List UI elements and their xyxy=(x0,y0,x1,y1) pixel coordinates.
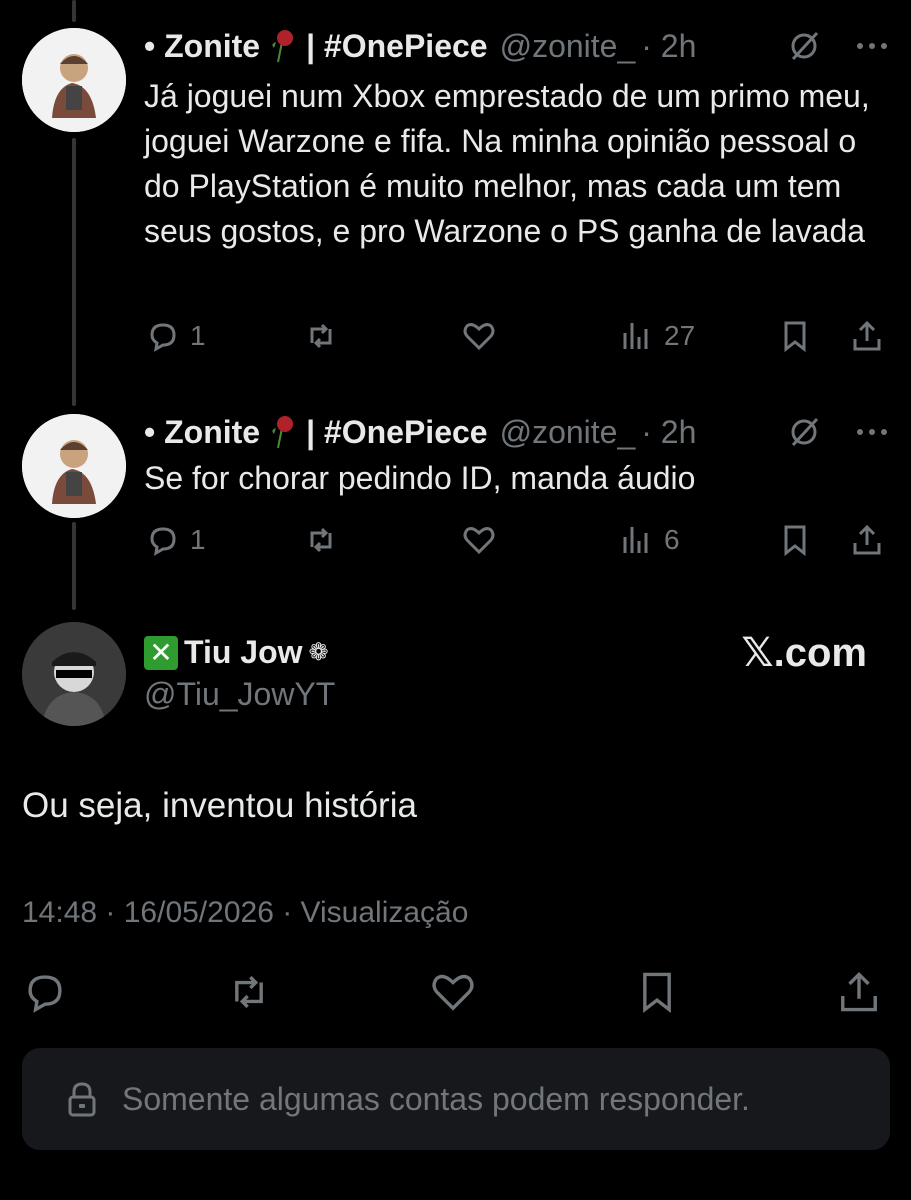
avatar[interactable] xyxy=(22,28,126,132)
like-button[interactable] xyxy=(462,518,496,562)
author-name-suffix[interactable]: | #OnePiece xyxy=(306,414,488,451)
main-author-name[interactable]: Tiu Jow xyxy=(184,634,303,671)
heart-icon xyxy=(463,323,495,351)
post-time: · 2h xyxy=(641,27,697,64)
heart-icon xyxy=(432,974,474,1011)
reply-restriction-banner: Somente algumas contas podem responder. xyxy=(22,1048,890,1150)
like-button[interactable] xyxy=(430,970,476,1014)
repost-button[interactable] xyxy=(304,314,338,358)
more-icon[interactable] xyxy=(855,41,889,51)
main-post-actions xyxy=(22,970,890,1018)
x-watermark: 𝕏.com xyxy=(741,631,867,675)
avatar[interactable] xyxy=(22,622,126,726)
repost-button[interactable] xyxy=(304,518,338,562)
share-button[interactable] xyxy=(850,314,884,358)
reply-button[interactable]: 1 xyxy=(146,518,206,562)
bookmark-button[interactable] xyxy=(634,970,680,1014)
views-icon xyxy=(623,527,648,553)
share-button[interactable] xyxy=(836,970,882,1014)
post-text: Se for chorar pedindo ID, manda áudio xyxy=(144,460,696,496)
heart-icon xyxy=(463,527,495,555)
post-actions: 1 6 xyxy=(144,518,888,562)
author-handle[interactable]: @zonite_ xyxy=(500,28,636,65)
reply-count: 1 xyxy=(190,320,206,351)
thread-line-1 xyxy=(72,138,76,406)
author-name[interactable]: • Zonite xyxy=(144,414,260,451)
view-count: 6 xyxy=(664,524,680,555)
xbox-icon: ✕ xyxy=(144,635,178,670)
bookmark-button[interactable] xyxy=(778,314,812,358)
post-text: Já joguei num Xbox emprestado de um prim… xyxy=(144,78,870,249)
author-name-suffix[interactable]: | #OnePiece xyxy=(306,28,488,65)
repost-button[interactable] xyxy=(226,970,272,1014)
bookmark-button[interactable] xyxy=(778,518,812,562)
rose-emoji-icon xyxy=(268,28,298,64)
repost-icon xyxy=(310,323,332,349)
main-post-text: Ou seja, inventou história xyxy=(22,786,417,825)
bookmark-icon xyxy=(784,525,806,557)
author-name[interactable]: • Zonite xyxy=(144,28,260,65)
like-button[interactable] xyxy=(462,314,496,358)
view-count: 27 xyxy=(664,320,696,351)
thread-line-top xyxy=(72,0,76,22)
bookmark-icon xyxy=(643,972,671,1014)
reply-header: • Zonite | #OnePiece @zonite_ · 2h xyxy=(144,26,696,66)
reply-button[interactable]: 1 xyxy=(146,314,206,358)
reply-restriction-text: Somente algumas contas podem responder. xyxy=(122,1080,750,1117)
share-button[interactable] xyxy=(850,518,884,562)
main-author-name-row[interactable]: ✕ Tiu Jow ❁ xyxy=(144,634,329,671)
post-actions: 1 27 xyxy=(144,314,888,358)
rose-emoji-icon xyxy=(268,414,298,450)
share-icon xyxy=(853,524,881,555)
reply-header: • Zonite | #OnePiece @zonite_ · 2h xyxy=(144,412,696,452)
share-icon xyxy=(841,972,877,1012)
post-time: · 2h xyxy=(641,413,697,450)
main-author-handle[interactable]: @Tiu_JowYT xyxy=(144,676,335,713)
author-handle[interactable]: @zonite_ xyxy=(500,414,636,451)
header-icons xyxy=(787,26,889,66)
more-icon[interactable] xyxy=(855,427,889,437)
post-meta: 14:48 · 16/05/2026 · Visualização xyxy=(22,896,469,929)
reply-count: 1 xyxy=(190,524,206,555)
avatar[interactable] xyxy=(22,414,126,518)
flower-icon: ❁ xyxy=(308,639,329,666)
views-icon xyxy=(623,323,648,349)
repost-icon xyxy=(310,527,332,553)
reply-icon xyxy=(150,323,176,352)
reply-icon xyxy=(28,975,62,1013)
header-icons xyxy=(787,412,889,452)
lock-icon xyxy=(68,1082,96,1117)
reply-icon xyxy=(150,527,176,556)
thread-line-2 xyxy=(72,522,76,610)
reply-button[interactable] xyxy=(22,970,68,1014)
grok-icon[interactable] xyxy=(787,415,821,449)
grok-icon[interactable] xyxy=(787,29,821,63)
views-button[interactable]: 27 xyxy=(620,314,695,358)
share-icon xyxy=(853,320,881,351)
repost-icon xyxy=(235,975,263,1009)
views-button[interactable]: 6 xyxy=(620,518,680,562)
bookmark-icon xyxy=(784,321,806,353)
